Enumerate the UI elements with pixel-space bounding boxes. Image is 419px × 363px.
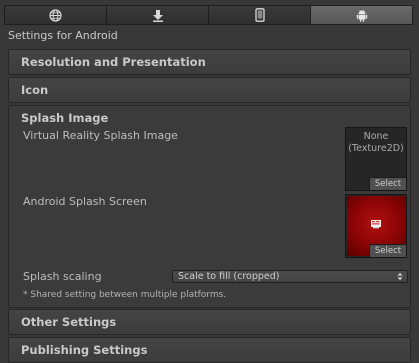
section-icon-header[interactable]: Icon bbox=[9, 78, 410, 102]
vr-splash-texture-field[interactable]: None (Texture2D) Select bbox=[345, 127, 407, 191]
tablet-icon bbox=[254, 8, 265, 22]
splash-scaling-value: Scale to fill (cropped) bbox=[178, 271, 280, 282]
section-other-header[interactable]: Other Settings bbox=[9, 310, 410, 334]
splash-scaling-dropdown[interactable]: Scale to fill (cropped) bbox=[172, 270, 408, 283]
tab-web[interactable] bbox=[5, 6, 107, 24]
download-icon bbox=[152, 9, 163, 22]
vr-splash-type: (Texture2D) bbox=[348, 143, 404, 154]
tab-ios[interactable] bbox=[209, 6, 311, 24]
android-splash-texture-field[interactable]: Select bbox=[345, 194, 407, 258]
vr-splash-label: Virtual Reality Splash Image bbox=[23, 129, 178, 142]
section-publishing-settings[interactable]: Publishing Settings bbox=[8, 337, 411, 363]
tab-standalone[interactable] bbox=[107, 6, 209, 24]
splash-scaling-label: Splash scaling bbox=[23, 270, 102, 283]
platform-tab-bar bbox=[4, 5, 413, 25]
tab-android[interactable] bbox=[311, 6, 412, 24]
android-splash-label: Android Splash Screen bbox=[23, 195, 147, 208]
vr-splash-texture-value: None (Texture2D) bbox=[346, 131, 406, 155]
section-resolution[interactable]: Resolution and Presentation bbox=[8, 49, 411, 75]
section-icon[interactable]: Icon bbox=[8, 77, 411, 103]
splash-logo-icon bbox=[371, 220, 381, 229]
vr-splash-select-button[interactable]: Select bbox=[369, 177, 406, 190]
section-other-settings[interactable]: Other Settings bbox=[8, 309, 411, 335]
section-resolution-header[interactable]: Resolution and Presentation bbox=[9, 50, 410, 74]
vr-splash-none: None bbox=[363, 131, 389, 142]
android-icon bbox=[356, 9, 367, 22]
section-publishing-header[interactable]: Publishing Settings bbox=[9, 338, 410, 362]
dropdown-arrows-icon bbox=[397, 272, 403, 281]
shared-setting-note: * Shared setting between multiple platfo… bbox=[23, 290, 227, 300]
android-splash-select-button[interactable]: Select bbox=[369, 244, 406, 257]
page-title: Settings for Android bbox=[8, 29, 118, 42]
globe-icon bbox=[49, 8, 62, 22]
